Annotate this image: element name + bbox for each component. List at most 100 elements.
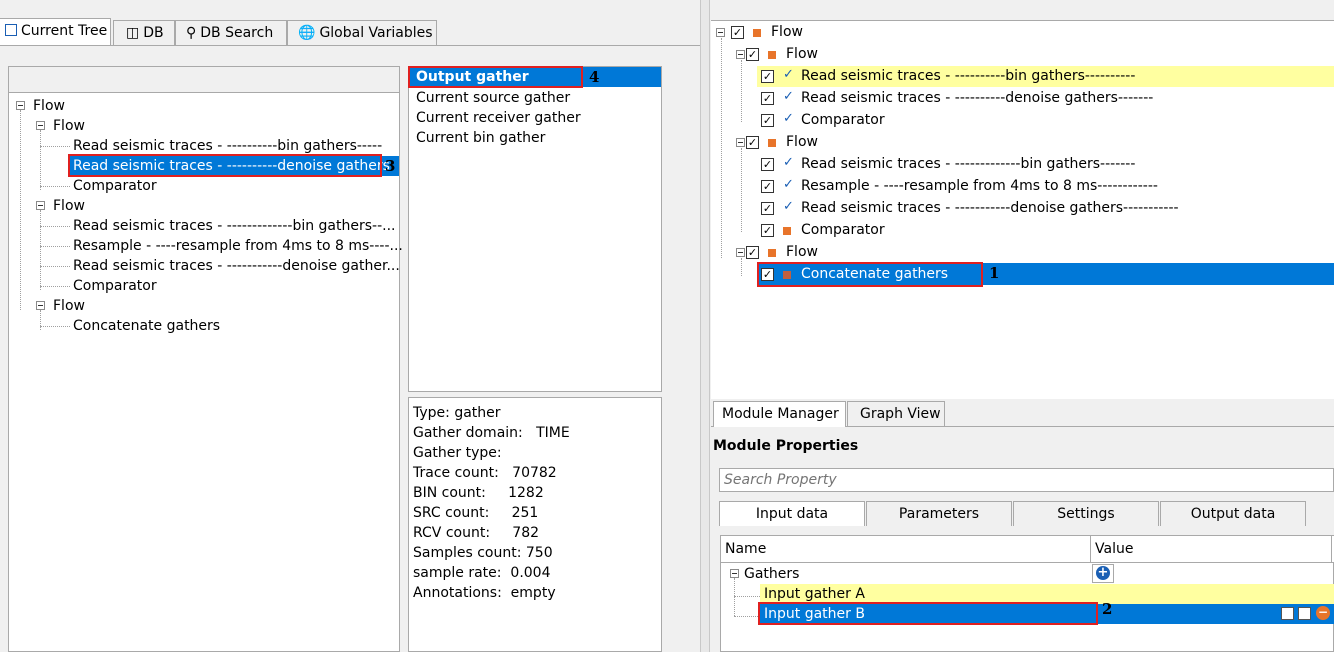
collapse-icon[interactable] <box>36 201 45 210</box>
vertical-splitter[interactable] <box>700 0 710 652</box>
info-rcv-count: RCV count: 782 <box>413 525 540 541</box>
group-gathers[interactable]: Gathers <box>744 564 799 584</box>
column-value-header[interactable]: Value <box>1095 539 1133 559</box>
flow-square-icon <box>783 227 791 235</box>
column-divider[interactable] <box>1090 536 1091 562</box>
right-tree-root-flow[interactable]: Flow <box>771 22 803 42</box>
tab-current-tree[interactable]: Current Tree <box>0 18 111 46</box>
tab-parameters[interactable]: Parameters <box>866 501 1012 526</box>
tab-output-data[interactable]: Output data <box>1160 501 1306 526</box>
checkbox[interactable]: ✓ <box>761 158 774 171</box>
search-property-input[interactable] <box>719 468 1334 492</box>
marker-3: 3 <box>385 157 396 175</box>
tab-db-search[interactable]: ⚲ DB Search <box>175 20 287 45</box>
checkbox[interactable]: ✓ <box>746 136 759 149</box>
marker-box-3 <box>68 154 382 177</box>
right-tree-item[interactable]: Read seismic traces - -----------denoise… <box>801 198 1179 218</box>
collapse-icon[interactable] <box>736 50 745 59</box>
right-tree-flow-2[interactable]: Flow <box>786 132 818 152</box>
tab-input-data[interactable]: Input data <box>719 501 865 526</box>
tree-icon <box>5 24 17 36</box>
checkbox[interactable]: ✓ <box>746 246 759 259</box>
gather-receiver[interactable]: Current receiver gather <box>416 108 581 128</box>
right-tree-item[interactable]: Read seismic traces - -------------bin g… <box>801 154 1135 174</box>
right-tree-item[interactable]: Resample - ----resample from 4ms to 8 ms… <box>801 176 1158 196</box>
collapse-icon[interactable] <box>736 248 745 257</box>
tab-settings[interactable]: Settings <box>1013 501 1159 526</box>
checkbox[interactable]: ✓ <box>761 180 774 193</box>
info-src-count: SRC count: 251 <box>413 505 539 521</box>
tree-item[interactable]: Resample - ----resample from 4ms to 8 ms… <box>73 236 403 256</box>
marker-box-1 <box>757 262 983 287</box>
info-samples-count: Samples count: 750 <box>413 545 553 561</box>
right-tree-flow-3[interactable]: Flow <box>786 242 818 262</box>
tab-db[interactable]: ◫ DB <box>113 20 175 45</box>
info-type: Type: gather <box>413 405 501 421</box>
database-icon: ◫ <box>126 25 140 41</box>
info-domain: Gather domain: TIME <box>413 425 570 441</box>
tree-flow-1[interactable]: Flow <box>53 116 85 136</box>
gather-source[interactable]: Current source gather <box>416 88 570 108</box>
collapse-icon[interactable] <box>736 138 745 147</box>
tab-bar-line <box>0 45 700 46</box>
input-gather-a[interactable]: Input gather A <box>764 584 865 604</box>
tree-item[interactable]: Concatenate gathers <box>73 316 220 336</box>
flow-square-icon <box>768 139 776 147</box>
link-icon[interactable] <box>1298 607 1311 620</box>
info-gather-type: Gather type: <box>413 445 502 461</box>
flow-square-icon <box>753 29 761 37</box>
marker-1: 1 <box>989 264 1000 282</box>
collapse-icon[interactable] <box>730 569 739 578</box>
tree-item[interactable]: Read seismic traces - ----------bin gath… <box>73 136 382 156</box>
right-tree-flow-1[interactable]: Flow <box>786 44 818 64</box>
right-tree-item[interactable]: Comparator <box>801 220 885 240</box>
flow-square-icon <box>768 249 776 257</box>
table-header <box>721 536 1334 563</box>
column-divider[interactable] <box>1331 536 1332 562</box>
collapse-icon[interactable] <box>716 28 725 37</box>
right-tree-item[interactable]: Read seismic traces - ----------denoise … <box>801 88 1153 108</box>
add-gather-button[interactable]: + <box>1092 564 1114 583</box>
marker-box-2 <box>758 602 1098 625</box>
tree-item[interactable]: Read seismic traces - -----------denoise… <box>73 256 400 276</box>
tab-graph-view[interactable]: Graph View <box>847 401 945 426</box>
marker-2: 2 <box>1102 600 1113 618</box>
checkbox[interactable]: ✓ <box>761 114 774 127</box>
info-bin-count: BIN count: 1282 <box>413 485 544 501</box>
tree-item[interactable]: Comparator <box>73 276 157 296</box>
tree-flow-3[interactable]: Flow <box>53 296 85 316</box>
checkbox[interactable]: ✓ <box>761 92 774 105</box>
collapse-icon[interactable] <box>16 101 25 110</box>
right-tree-item[interactable]: Read seismic traces - ----------bin gath… <box>801 66 1135 86</box>
check-icon: ✓ <box>783 111 794 126</box>
tab-module-manager[interactable]: Module Manager <box>713 401 846 427</box>
top-strip <box>711 0 1334 20</box>
check-icon: ✓ <box>783 155 794 170</box>
check-icon: ✓ <box>783 89 794 104</box>
marker-4: 4 <box>589 68 600 86</box>
column-name-header[interactable]: Name <box>725 539 766 559</box>
check-icon: ✓ <box>783 199 794 214</box>
tree-item[interactable]: Comparator <box>73 176 157 196</box>
collapse-icon[interactable] <box>36 121 45 130</box>
scrollbar-thumb[interactable] <box>683 46 693 652</box>
globe-icon: 🌐 <box>298 25 316 41</box>
checkbox[interactable]: ✓ <box>731 26 744 39</box>
search-icon: ⚲ <box>186 25 197 41</box>
remove-icon[interactable]: − <box>1316 606 1330 620</box>
tree-root-flow[interactable]: Flow <box>33 96 65 116</box>
check-icon: ✓ <box>783 67 794 82</box>
tree-item[interactable]: Read seismic traces - -------------bin g… <box>73 216 396 236</box>
collapse-icon[interactable] <box>36 301 45 310</box>
tab-global-variables[interactable]: 🌐 Global Variables <box>287 20 437 45</box>
checkbox[interactable]: ✓ <box>746 48 759 61</box>
gather-bin[interactable]: Current bin gather <box>416 128 545 148</box>
tree-header <box>9 67 399 93</box>
checkbox[interactable]: ✓ <box>761 224 774 237</box>
tree-flow-2[interactable]: Flow <box>53 196 85 216</box>
edit-icon[interactable] <box>1281 607 1294 620</box>
info-sample-rate: sample rate: 0.004 <box>413 565 551 581</box>
checkbox[interactable]: ✓ <box>761 70 774 83</box>
right-tree-item[interactable]: Comparator <box>801 110 885 130</box>
checkbox[interactable]: ✓ <box>761 202 774 215</box>
